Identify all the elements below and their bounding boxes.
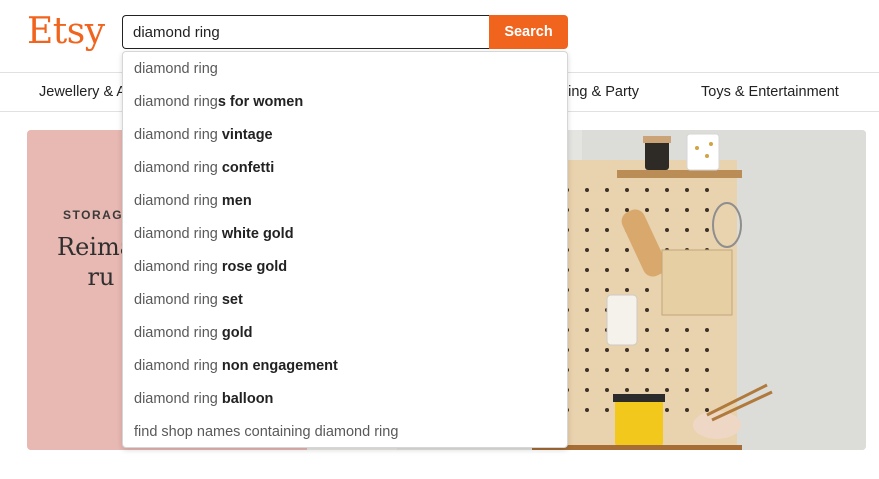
suggestion-item[interactable]: diamond rings for women bbox=[123, 86, 567, 119]
bowl bbox=[693, 411, 741, 439]
suggestion-item[interactable]: diamond ring white gold bbox=[123, 218, 567, 251]
white-mug bbox=[606, 294, 638, 346]
suggestion-item[interactable]: diamond ring set bbox=[123, 284, 567, 317]
jar bbox=[645, 140, 669, 170]
search-bar: Search bbox=[122, 15, 568, 49]
shop-name-search-item[interactable]: find shop names containing diamond ring bbox=[123, 416, 567, 449]
search-button[interactable]: Search bbox=[489, 15, 568, 49]
etsy-logo[interactable]: Etsy bbox=[27, 10, 105, 54]
suggestion-item[interactable]: diamond ring vintage bbox=[123, 119, 567, 152]
suggestion-item[interactable]: diamond ring confetti bbox=[123, 152, 567, 185]
search-input[interactable] bbox=[122, 15, 489, 49]
shelf bbox=[617, 170, 742, 178]
suggestion-item[interactable]: diamond ring balloon bbox=[123, 383, 567, 416]
suggestion-item[interactable]: diamond ring gold bbox=[123, 317, 567, 350]
suggestion-item[interactable]: diamond ring bbox=[123, 53, 567, 86]
nav-item-toys[interactable]: Toys & Entertainment bbox=[701, 73, 839, 111]
search-autocomplete: diamond ring diamond rings for women dia… bbox=[122, 51, 568, 448]
suggestion-item[interactable]: diamond ring non engagement bbox=[123, 350, 567, 383]
wooden-box bbox=[661, 249, 733, 316]
suggestion-item[interactable]: diamond ring rose gold bbox=[123, 251, 567, 284]
mug bbox=[686, 133, 720, 171]
nav-item-jewellery[interactable]: Jewellery & A bbox=[39, 73, 126, 111]
suggestion-item[interactable]: diamond ring men bbox=[123, 185, 567, 218]
yellow-tin bbox=[615, 398, 663, 446]
